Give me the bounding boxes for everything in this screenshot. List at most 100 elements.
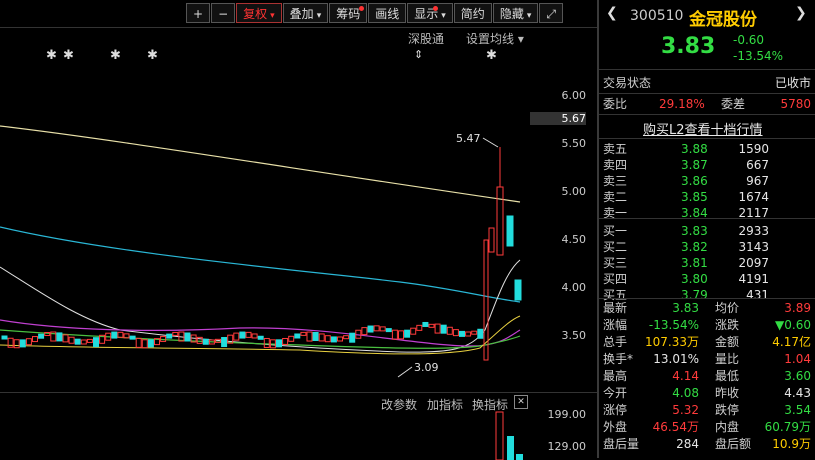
stat-label: 金额 xyxy=(715,335,740,349)
order-price: 3.82 xyxy=(681,240,708,254)
candle xyxy=(404,329,411,338)
candle xyxy=(135,337,142,348)
candle xyxy=(324,335,331,343)
candle xyxy=(68,336,75,344)
ask-row[interactable]: 卖五 3.88 1590 xyxy=(603,141,811,157)
candle xyxy=(446,326,453,335)
order-price: 3.85 xyxy=(681,190,708,204)
candle xyxy=(276,339,282,348)
stock-price: 3.83 xyxy=(661,34,716,59)
display-button[interactable]: 显示 ▾ xyxy=(407,3,453,23)
candle xyxy=(19,339,26,348)
stat-label: 量比 xyxy=(715,352,740,366)
ask-row[interactable]: 卖四 3.87 667 xyxy=(603,157,811,173)
order-volume: 2097 xyxy=(738,256,769,270)
candle xyxy=(13,339,20,349)
stat-label: 最低 xyxy=(715,369,740,383)
order-price: 3.87 xyxy=(681,158,708,172)
candle xyxy=(166,333,173,339)
order-volume: 667 xyxy=(746,158,769,172)
stat-label: 涨幅 xyxy=(603,318,628,332)
stat-label: 涨停 xyxy=(603,403,628,417)
notification-dot-icon xyxy=(359,6,365,11)
draw-line-button[interactable]: 画线 xyxy=(368,3,407,23)
quote-panel: ❮ 300510 金冠股份 ❯ 3.83 -0.60 -13.54% 交易状态 … xyxy=(599,0,815,458)
stat-label: 盘后额 xyxy=(715,437,752,451)
indicator-divider xyxy=(0,392,597,393)
stat-value: 1.04 xyxy=(784,352,811,366)
candle xyxy=(56,332,63,342)
stat-value: 46.54万 xyxy=(652,420,699,434)
candle xyxy=(294,333,301,339)
notification-dot-icon xyxy=(432,6,438,11)
candle xyxy=(1,335,8,340)
overlay-button[interactable]: 叠加 ▾ xyxy=(282,3,329,23)
stat-value: 107.33万 xyxy=(645,335,699,349)
candle xyxy=(62,334,69,343)
kline-chart-panel[interactable]: + − 复权 ▾ 叠加 ▾ 筹码 画线 显示 ▾ 简约 隐藏 ▾ ⤢ 深股通 设置均线 … xyxy=(0,0,597,460)
order-level-label: 卖二 xyxy=(603,190,628,204)
candle xyxy=(245,331,252,338)
candle xyxy=(25,338,32,346)
order-level-label: 卖四 xyxy=(603,158,628,172)
candle xyxy=(477,328,484,339)
candle xyxy=(282,337,289,345)
stat-label: 换手* xyxy=(603,352,634,366)
bid-row[interactable]: 买四 3.80 4191 xyxy=(603,271,811,287)
close-icon[interactable]: ✕ xyxy=(514,395,528,409)
stat-label: 跌停 xyxy=(715,403,740,417)
order-volume: 4191 xyxy=(738,272,769,286)
candle xyxy=(233,332,240,341)
candle xyxy=(312,331,319,341)
bid-row[interactable]: 买二 3.82 3143 xyxy=(603,239,811,255)
hide-button[interactable]: 隐藏 ▾ xyxy=(492,3,539,23)
adjust-rights-button[interactable]: 复权 ▾ xyxy=(236,3,282,23)
chevron-right-icon[interactable]: ❯ xyxy=(795,5,807,21)
candle xyxy=(147,339,154,348)
zoom-in-button[interactable]: + xyxy=(186,3,211,23)
ma-line-yellow xyxy=(0,125,521,203)
price-tick: 5.50 xyxy=(561,137,587,150)
ask-row[interactable]: 卖三 3.86 967 xyxy=(603,173,811,189)
stat-value: 3.89 xyxy=(784,301,811,315)
candle xyxy=(172,331,179,336)
stat-value: 3.54 xyxy=(784,403,811,417)
zoom-out-button[interactable]: − xyxy=(211,3,236,23)
candle xyxy=(514,279,522,301)
candle xyxy=(306,331,313,342)
stat-label: 均价 xyxy=(715,301,740,315)
buy-l2-link[interactable]: 购买L2查看十档行情 xyxy=(643,119,763,138)
candle xyxy=(111,331,118,339)
bid-row[interactable]: 买一 3.83 2933 xyxy=(603,223,811,239)
candle xyxy=(373,325,380,332)
ask-row[interactable]: 卖二 3.85 1674 xyxy=(603,189,811,205)
candle xyxy=(239,331,246,339)
stat-value: -13.54% xyxy=(648,318,699,332)
stats-row: 盘后量 284 盘后额 10.9万 xyxy=(603,436,811,452)
divider xyxy=(599,114,815,115)
chips-button[interactable]: 筹码 xyxy=(329,3,368,23)
price-tick: 5.00 xyxy=(561,185,587,198)
candle xyxy=(123,333,130,339)
candle xyxy=(506,215,514,247)
stat-label: 内盘 xyxy=(715,420,740,434)
stat-label: 盘后量 xyxy=(603,437,640,451)
candle xyxy=(337,336,343,342)
order-ratio-row: 委比 29.18% 委差 5780 xyxy=(603,97,811,111)
candle xyxy=(343,335,350,340)
candle xyxy=(202,338,209,345)
candle xyxy=(349,332,356,343)
expand-icon[interactable]: ⤢ xyxy=(539,3,563,23)
candle xyxy=(379,326,386,332)
stock-change-pct: -13.54% xyxy=(733,49,784,63)
candle xyxy=(38,333,45,339)
order-volume: 1674 xyxy=(738,190,769,204)
bid-row[interactable]: 买三 3.81 2097 xyxy=(603,255,811,271)
candle xyxy=(459,330,465,337)
candlestick-chart[interactable]: 5.47 3.09 xyxy=(0,30,535,390)
simple-mode-button[interactable]: 简约 xyxy=(453,3,492,23)
stat-label: 外盘 xyxy=(603,420,628,434)
price-tick: 3.50 xyxy=(561,329,587,342)
volume-bar xyxy=(507,436,514,460)
chevron-left-icon[interactable]: ❮ xyxy=(606,5,618,21)
